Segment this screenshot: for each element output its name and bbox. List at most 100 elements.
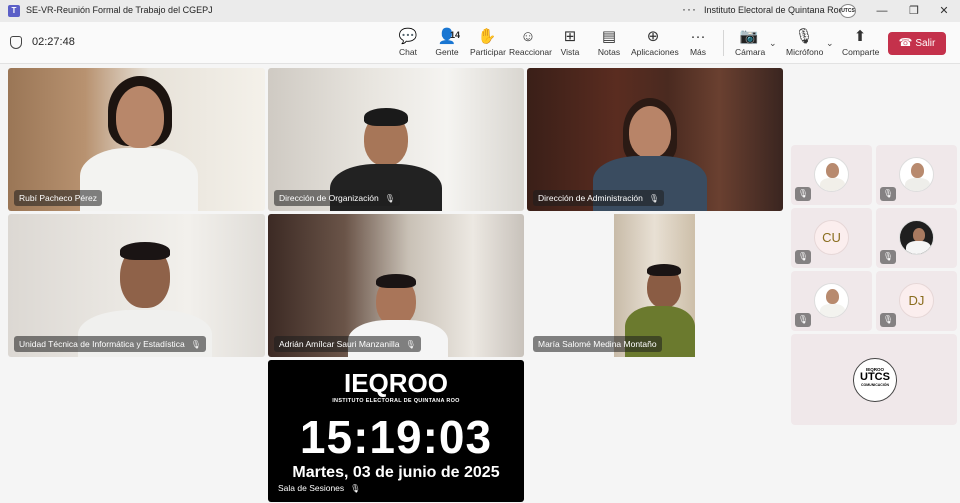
mic-off-icon: 🎙 <box>405 340 416 349</box>
grid-icon: ⊞ <box>563 28 577 45</box>
view-label: Vista <box>560 47 580 57</box>
people-button[interactable]: 👤 14 Gente <box>432 28 462 62</box>
smiley-icon: ☺ <box>520 28 536 45</box>
utcs-logo: IEQROO UTCS COMUNICACIÓN <box>853 358 897 402</box>
view-button[interactable]: ⊞ Vista <box>558 28 582 62</box>
video-stage: Rubí Pacheco Pérez Dirección de Organiza… <box>0 64 960 503</box>
participant-initials: CU <box>814 220 849 255</box>
side-participant-tile[interactable]: 🎙 <box>791 271 872 331</box>
toolbar-divider <box>723 30 724 56</box>
participant-namebar: Rubí Pacheco Pérez <box>14 190 102 206</box>
notes-label: Notas <box>597 47 621 57</box>
video-tile[interactable]: Unidad Técnica de Informática y Estadíst… <box>8 214 265 357</box>
maximize-button[interactable]: ❐ <box>906 3 922 19</box>
participant-avatar <box>814 283 849 318</box>
mic-off-icon: 🎙 <box>795 187 811 201</box>
leave-label: Salir <box>915 38 936 49</box>
teams-icon: T <box>8 5 20 17</box>
meeting-toolbar: 02:27:48 💬 Chat 👤 14 Gente ✋ Participar … <box>0 22 960 64</box>
side-participant-tile[interactable]: DJ 🎙 <box>876 271 957 331</box>
ellipsis-icon: ··· <box>690 28 706 45</box>
phone-hangup-icon: ☎ <box>898 37 913 49</box>
clock-time: 15:19:03 <box>299 411 493 463</box>
leave-button[interactable]: ☎ Salir <box>888 32 946 55</box>
camera-label: Cámara <box>735 47 766 57</box>
camera-off-icon: 📷 <box>739 28 759 45</box>
participant-name: Sala de Sesiones <box>278 483 345 493</box>
participant-face <box>116 86 164 148</box>
mic-off-icon: 🎙 <box>648 194 660 203</box>
video-tile[interactable]: Rubí Pacheco Pérez <box>8 68 265 211</box>
camera-button[interactable]: 📷 Cámara <box>735 28 766 62</box>
ieqroo-logo-subtitle: INSTITUTO ELECTORAL DE QUINTANA ROO <box>332 398 460 404</box>
apps-button[interactable]: ⊕ Aplicaciones <box>631 28 679 62</box>
participant-namebar: Sala de Sesiones 🎙 <box>278 483 360 493</box>
participant-namebar: Dirección de Organización 🎙 <box>274 190 400 206</box>
participant-name: Unidad Técnica de Informática y Estadíst… <box>19 339 185 349</box>
raise-hand-label: Participar <box>470 47 506 57</box>
meeting-timer: 02:27:48 <box>32 36 75 48</box>
mic-off-icon: 🎙 <box>384 194 395 203</box>
participant-namebar: María Salomé Medina Montaño <box>533 336 662 352</box>
avatar-face <box>826 163 839 178</box>
organization-name: Instituto Electoral de Quintana Roo <box>704 5 844 15</box>
participant-name: Dirección de Administración <box>538 193 643 203</box>
title-bar: T SE-VR-Reunión Formal de Trabajo del CG… <box>0 0 960 22</box>
mic-off-icon: 🎙 <box>880 313 896 327</box>
video-tile[interactable]: Dirección de Organización 🎙 <box>268 68 524 211</box>
share-button[interactable]: ⬆ Comparte <box>842 28 880 62</box>
org-avatar[interactable]: UTCS <box>840 4 856 18</box>
clock-date: Martes, 03 de junio de 2025 <box>292 464 500 481</box>
minimize-button[interactable]: — <box>874 3 890 19</box>
video-tile[interactable]: Adrián Amílcar Sauri Manzanilla 🎙 <box>268 214 524 357</box>
side-participant-tile[interactable]: 🎙 <box>876 208 957 268</box>
participant-hair <box>120 242 170 260</box>
share-label: Comparte <box>842 47 880 57</box>
add-app-icon: ⊕ <box>646 28 660 45</box>
video-tile[interactable]: Dirección de Administración 🎙 <box>527 68 783 211</box>
camera-options-chevron-icon[interactable]: ⌄ <box>769 38 777 49</box>
people-label: Gente <box>435 47 459 57</box>
mic-off-icon: 🎙 <box>795 313 811 327</box>
chat-button[interactable]: 💬 Chat <box>396 28 420 62</box>
participant-face <box>629 106 671 158</box>
clock-video-tile[interactable]: IEQROO INSTITUTO ELECTORAL DE QUINTANA R… <box>268 360 524 502</box>
mic-options-chevron-icon[interactable]: ⌄ <box>826 38 834 49</box>
mic-off-icon: 🎙 <box>190 340 201 349</box>
side-participant-tile[interactable]: IEQROO UTCS COMUNICACIÓN <box>791 334 957 425</box>
react-button[interactable]: ☺ Reaccionar <box>509 28 552 62</box>
notes-icon: ▤ <box>601 28 617 45</box>
more-button[interactable]: ··· Más <box>688 28 708 62</box>
participant-count: 14 <box>450 30 461 40</box>
ieqroo-logo: IEQROO <box>343 368 448 398</box>
participant-initials: DJ <box>899 283 934 318</box>
apps-label: Aplicaciones <box>631 47 679 57</box>
close-window-button[interactable]: ✕ <box>936 3 952 19</box>
side-participant-tile[interactable]: 🎙 <box>791 145 872 205</box>
more-options-button[interactable]: ··· <box>682 2 697 16</box>
mic-button[interactable]: 🎙 Micrófono <box>786 28 823 62</box>
mic-off-icon: 🎙 <box>880 187 896 201</box>
participant-name: Dirección de Organización <box>279 193 379 203</box>
raise-hand-button[interactable]: ✋ Participar <box>470 28 506 62</box>
hand-icon: ✋ <box>477 28 497 45</box>
avatar-face <box>826 289 839 304</box>
avatar-body <box>820 178 845 191</box>
microphone-icon: 🎙 <box>794 28 814 45</box>
participant-avatar <box>899 157 934 192</box>
participant-name: Rubí Pacheco Pérez <box>19 193 97 203</box>
more-label: Más <box>689 47 707 57</box>
chat-icon: 💬 <box>398 28 418 45</box>
shield-icon <box>10 36 22 49</box>
participant-hair <box>647 264 681 276</box>
video-tile[interactable]: María Salomé Medina Montaño <box>527 214 783 357</box>
participant-namebar: Adrián Amílcar Sauri Manzanilla 🎙 <box>274 336 421 352</box>
side-participant-tile[interactable]: 🎙 <box>876 145 957 205</box>
side-participant-tile[interactable]: CU 🎙 <box>791 208 872 268</box>
window-title: SE-VR-Reunión Formal de Trabajo del CGEP… <box>26 5 213 15</box>
participant-namebar: Unidad Técnica de Informática y Estadíst… <box>14 336 206 352</box>
share-screen-icon: ⬆ <box>853 28 867 45</box>
avatar-body <box>906 241 931 254</box>
notes-button[interactable]: ▤ Notas <box>597 28 621 62</box>
participant-name: María Salomé Medina Montaño <box>538 339 657 349</box>
